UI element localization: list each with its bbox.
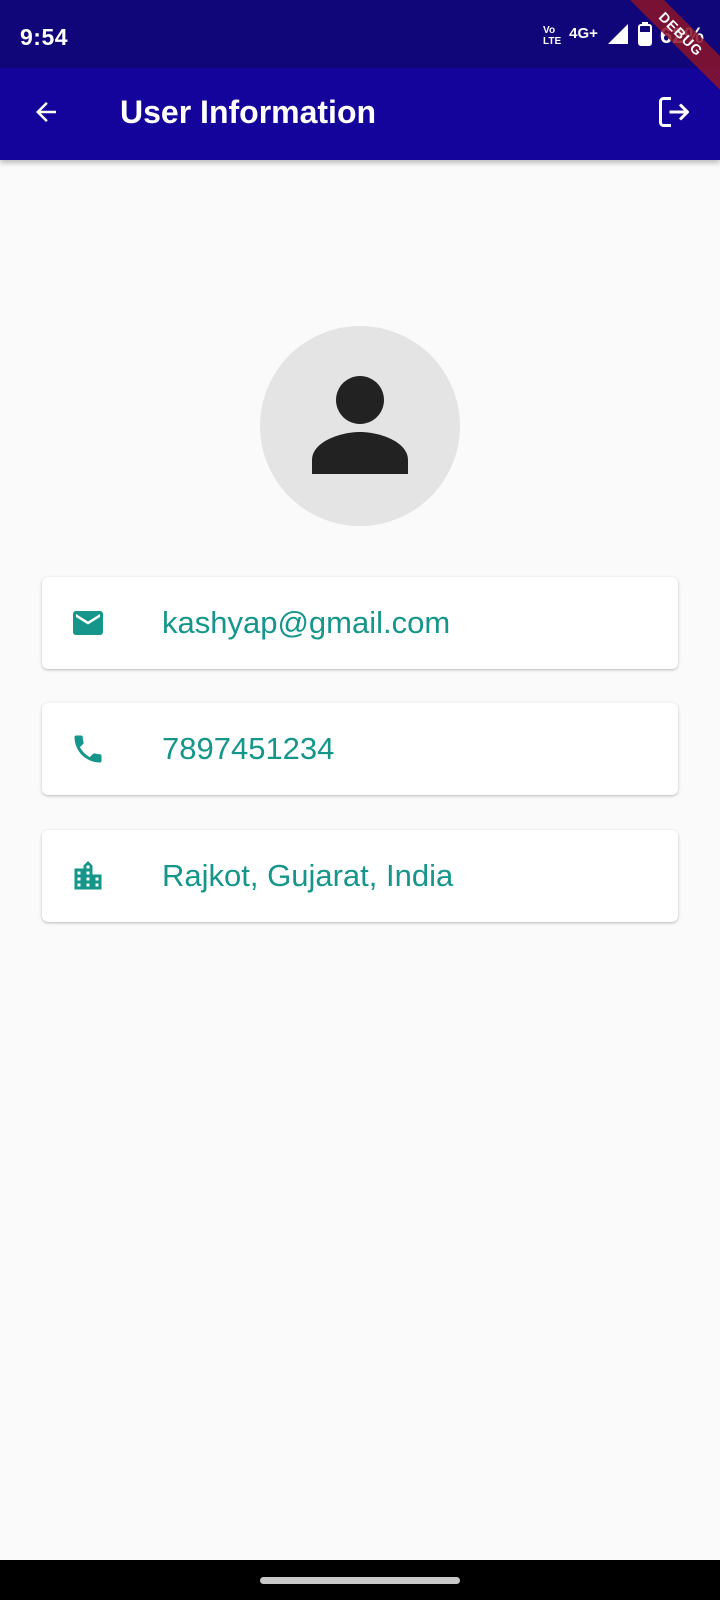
volte-label: Vo [543, 25, 556, 36]
location-card[interactable]: Rajkot, Gujarat, India [42, 830, 678, 922]
lte-label: LTE [543, 36, 562, 47]
user-information-screen: 9:54 Vo LTE 4G+ 62% DEBUG [0, 0, 720, 1600]
phone-icon [68, 729, 108, 769]
phone-card[interactable]: 7897451234 [42, 703, 678, 795]
logout-button[interactable] [650, 90, 698, 138]
location-value: Rajkot, Gujarat, India [162, 858, 454, 893]
app-bar: User Information [0, 68, 720, 160]
network-type: 4G+ [569, 24, 598, 42]
status-time: 9:54 [20, 24, 69, 50]
avatar [260, 326, 460, 526]
person-icon [310, 374, 410, 479]
email-value: kashyap@gmail.com [162, 605, 451, 640]
back-button[interactable] [22, 90, 70, 138]
logout-icon [656, 94, 692, 135]
arrow-back-icon [31, 97, 61, 132]
status-bar: 9:54 Vo LTE 4G+ 62% [0, 0, 720, 68]
home-indicator[interactable] [260, 1577, 460, 1584]
location-city-icon [68, 856, 108, 896]
email-icon [68, 603, 108, 643]
battery-icon [637, 21, 652, 51]
signal-icon [606, 22, 630, 51]
volte-indicator: Vo LTE [543, 25, 561, 47]
phone-value: 7897451234 [162, 731, 335, 766]
email-card[interactable]: kashyap@gmail.com [42, 577, 678, 669]
system-nav-bar [0, 1560, 720, 1600]
page-title: User Information [120, 94, 377, 130]
